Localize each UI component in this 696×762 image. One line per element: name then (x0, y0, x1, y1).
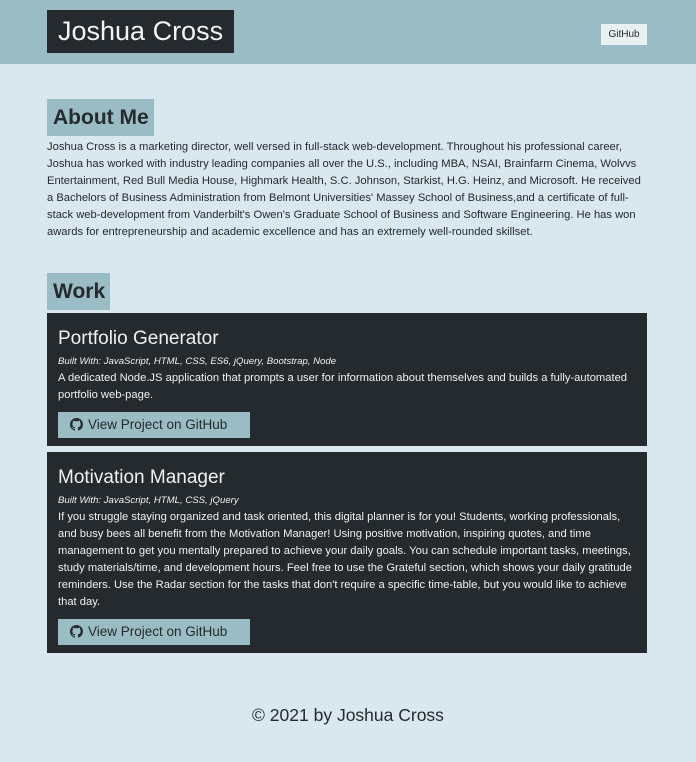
project-description: A dedicated Node.JS application that pro… (58, 372, 628, 401)
github-link[interactable]: GitHub (601, 24, 647, 45)
footer-copyright: © 2021 by Joshua Cross (252, 705, 444, 725)
view-project-label: View Project on GitHub (88, 417, 228, 432)
github-icon (70, 625, 83, 638)
project-description: If you struggle staying organized and ta… (58, 511, 632, 608)
site-header: Joshua Cross GitHub (0, 0, 696, 64)
project-title: Motivation Manager (58, 467, 225, 488)
project-built-with: Built With: JavaScript, HTML, CSS, jQuer… (58, 495, 239, 506)
about-text: Joshua Cross is a marketing director, we… (47, 141, 641, 238)
view-project-button[interactable]: View Project on GitHub (58, 412, 250, 438)
github-icon (70, 418, 83, 431)
site-title: Joshua Cross (47, 10, 235, 53)
view-project-label: View Project on GitHub (88, 624, 228, 639)
about-heading: About Me (47, 99, 154, 136)
project-built-with: Built With: JavaScript, HTML, CSS, ES6, … (58, 356, 337, 367)
view-project-button[interactable]: View Project on GitHub (58, 619, 250, 645)
project-card: Motivation Manager Built With: JavaScrip… (47, 452, 647, 653)
project-title: Portfolio Generator (58, 328, 219, 349)
project-card: Portfolio Generator Built With: JavaScri… (47, 313, 647, 446)
work-heading: Work (47, 273, 110, 310)
